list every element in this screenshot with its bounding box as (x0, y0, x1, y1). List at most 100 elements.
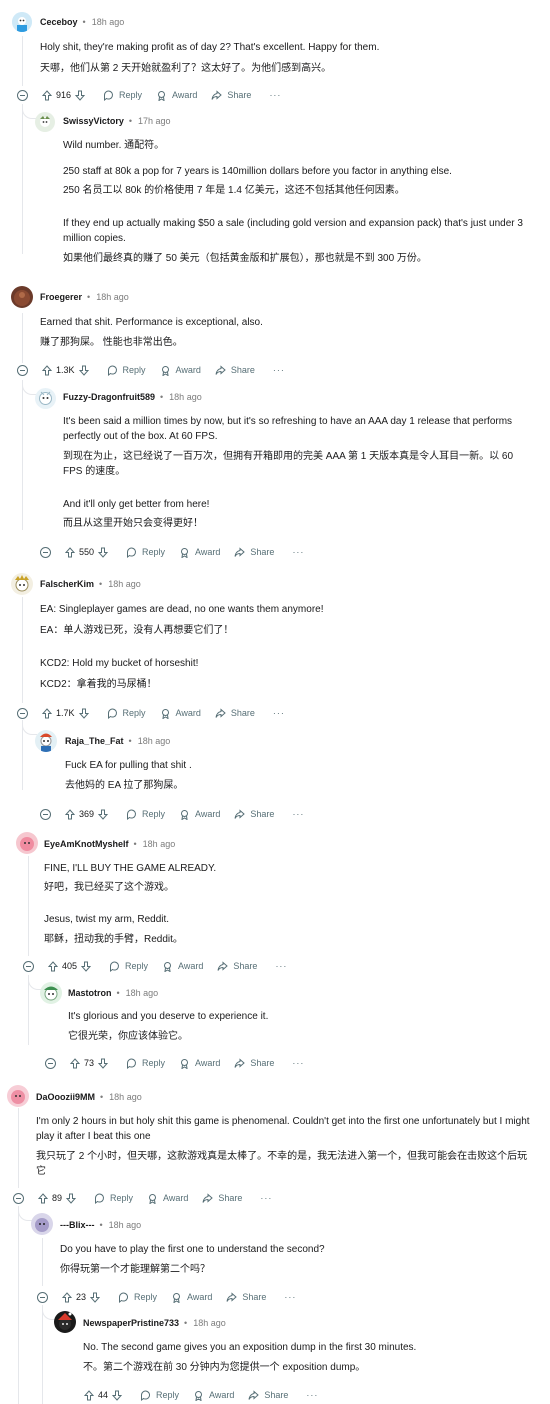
award-button[interactable]: Award (156, 90, 197, 101)
more-options-icon[interactable]: ··· (292, 1058, 304, 1068)
upvote-icon[interactable] (38, 1192, 48, 1204)
downvote-icon[interactable] (98, 1058, 109, 1069)
share-button[interactable]: Share (248, 1389, 288, 1401)
avatar[interactable] (40, 982, 62, 1004)
award-button[interactable]: Award (147, 1193, 188, 1204)
avatar[interactable] (16, 832, 38, 854)
downvote-icon[interactable] (78, 708, 89, 719)
upvote-icon[interactable] (65, 808, 75, 820)
downvote-icon[interactable] (90, 1292, 101, 1303)
more-options-icon[interactable]: ··· (260, 1193, 272, 1203)
share-button[interactable]: Share (211, 89, 251, 101)
upvote-icon[interactable] (42, 89, 52, 101)
award-button[interactable]: Award (160, 365, 201, 376)
avatar[interactable] (35, 112, 55, 132)
reply-button[interactable]: Reply (118, 1292, 157, 1303)
comment-username[interactable]: Ceceboy • 18h ago (40, 17, 124, 27)
downvote-icon[interactable] (78, 365, 89, 376)
award-button[interactable]: Award (179, 547, 220, 558)
timestamp: 18h ago (108, 579, 141, 589)
collapse-icon[interactable] (40, 546, 51, 558)
reply-button[interactable]: Reply (109, 961, 148, 972)
reply-button[interactable]: Reply (107, 708, 146, 719)
collapse-icon[interactable] (40, 808, 51, 820)
comment-actions: 369 Reply Award Share ··· (40, 806, 304, 822)
downvote-icon[interactable] (98, 547, 109, 558)
comment-translation: 而且从这里开始只会变得更好！ (63, 518, 203, 529)
timestamp: 18h ago (91, 17, 125, 27)
avatar[interactable] (11, 573, 33, 595)
collapse-icon[interactable] (13, 1192, 24, 1204)
more-options-icon[interactable]: ··· (273, 708, 285, 718)
comment-username[interactable]: Fuzzy-Dragonfruit589 • 18h ago (63, 392, 202, 402)
comment-username[interactable]: DaOoozii9MM • 18h ago (36, 1092, 142, 1102)
reply-button[interactable]: Reply (107, 365, 146, 376)
award-button[interactable]: Award (179, 809, 220, 820)
reply-button[interactable]: Reply (126, 809, 165, 820)
more-options-icon[interactable]: ··· (273, 365, 285, 375)
share-button[interactable]: Share (215, 707, 255, 719)
comment-username[interactable]: FalscherKim • 18h ago (40, 579, 141, 589)
share-button[interactable]: Share (202, 1192, 242, 1204)
comment-username[interactable]: Raja_The_Fat • 18h ago (65, 736, 170, 746)
collapse-icon[interactable] (17, 89, 28, 101)
more-options-icon[interactable]: ··· (292, 809, 304, 819)
comment-username[interactable]: EyeAmKnotMyshelf • 18h ago (44, 839, 175, 849)
award-button[interactable]: Award (171, 1292, 212, 1303)
upvote-icon[interactable] (42, 364, 52, 376)
collapse-icon[interactable] (37, 1291, 48, 1303)
share-button[interactable]: Share (217, 960, 257, 972)
upvote-icon[interactable] (65, 546, 75, 558)
comment-username[interactable]: Froegerer • 18h ago (40, 292, 129, 302)
award-button[interactable]: Award (160, 708, 201, 719)
more-options-icon[interactable]: ··· (284, 1292, 296, 1302)
downvote-icon[interactable] (112, 1390, 123, 1401)
reply-button[interactable]: Reply (126, 547, 165, 558)
more-options-icon[interactable]: ··· (269, 90, 281, 100)
reply-button[interactable]: Reply (126, 1058, 165, 1069)
reply-button[interactable]: Reply (94, 1193, 133, 1204)
collapse-icon[interactable] (45, 1057, 56, 1069)
reply-button[interactable]: Reply (140, 1390, 179, 1401)
comment-username[interactable]: SwissyVictory • 17h ago (63, 116, 171, 126)
award-button[interactable]: Award (179, 1058, 220, 1069)
award-button[interactable]: Award (162, 961, 203, 972)
upvote-icon[interactable] (84, 1389, 94, 1401)
share-button[interactable]: Share (234, 808, 274, 820)
upvote-icon[interactable] (42, 707, 52, 719)
upvote-icon[interactable] (48, 960, 58, 972)
downvote-icon[interactable] (66, 1193, 77, 1204)
more-options-icon[interactable]: ··· (275, 961, 287, 971)
avatar[interactable] (35, 730, 57, 752)
award-button[interactable]: Award (193, 1390, 234, 1401)
comment-actions: 44 Reply Award Share ··· (84, 1387, 318, 1403)
username: SwissyVictory (63, 116, 124, 126)
comment-username[interactable]: ---Blix--- • 18h ago (60, 1220, 141, 1230)
comment-username[interactable]: NewspaperPristine733 • 18h ago (83, 1318, 226, 1328)
username: ---Blix--- (60, 1220, 95, 1230)
collapse-icon[interactable] (17, 364, 28, 376)
upvote-icon[interactable] (62, 1291, 72, 1303)
avatar[interactable] (7, 1085, 29, 1107)
collapse-icon[interactable] (17, 707, 28, 719)
comment-body: And it'll only get better from here! (63, 499, 210, 510)
more-options-icon[interactable]: ··· (292, 547, 304, 557)
avatar[interactable] (12, 12, 32, 32)
collapse-icon[interactable] (23, 960, 34, 972)
more-options-icon[interactable]: ··· (306, 1390, 318, 1400)
avatar[interactable] (35, 388, 56, 409)
downvote-icon[interactable] (75, 90, 86, 101)
share-button[interactable]: Share (234, 1057, 274, 1069)
comment-body: Jesus, twist my arm, Reddit. (44, 914, 170, 925)
share-button[interactable]: Share (226, 1291, 266, 1303)
downvote-icon[interactable] (81, 961, 92, 972)
upvote-icon[interactable] (70, 1057, 80, 1069)
downvote-icon[interactable] (98, 809, 109, 820)
share-button[interactable]: Share (215, 364, 255, 376)
avatar[interactable] (31, 1213, 53, 1235)
reply-button[interactable]: Reply (103, 90, 142, 101)
avatar[interactable] (11, 286, 33, 308)
share-button[interactable]: Share (234, 546, 274, 558)
comment-username[interactable]: Mastotron • 18h ago (68, 988, 158, 998)
avatar[interactable] (54, 1311, 76, 1333)
